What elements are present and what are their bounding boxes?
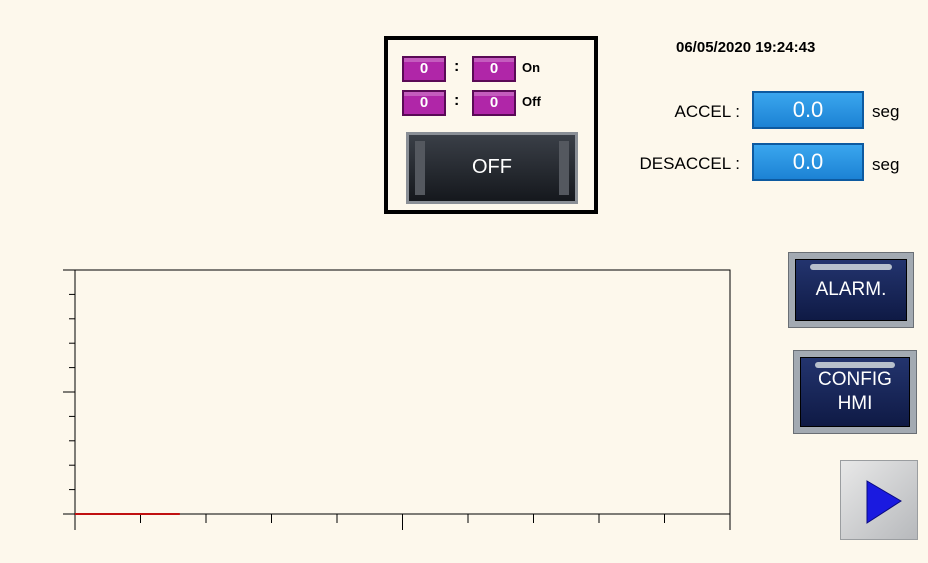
trend-chart xyxy=(63,269,731,530)
chart-plot-area xyxy=(74,269,731,515)
